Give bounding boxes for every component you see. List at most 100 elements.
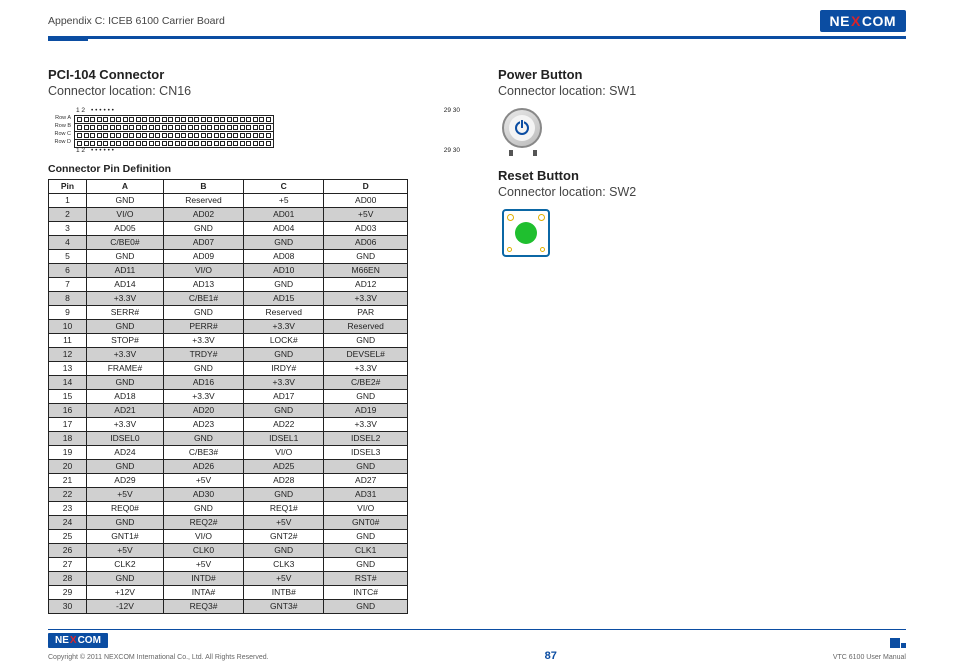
table-cell: AD09	[163, 249, 243, 263]
table-row: 29+12VINTA#INTB#INTC#	[49, 585, 408, 599]
table-cell: DEVSEL#	[324, 347, 408, 361]
table-cell: 24	[49, 515, 87, 529]
table-cell: M66EN	[324, 263, 408, 277]
table-cell: GND	[244, 277, 324, 291]
page-header: Appendix C: ICEB 6100 Carrier Board NEXC…	[0, 0, 954, 36]
table-row: 5GNDAD09AD08GND	[49, 249, 408, 263]
page-number: 87	[545, 650, 557, 662]
table-cell: AD04	[244, 221, 324, 235]
table-cell: +5V	[87, 487, 164, 501]
diagram-dots: • • •	[91, 108, 101, 115]
diagram-row: Row D	[48, 139, 468, 147]
table-cell: GND	[163, 431, 243, 445]
manual-name: VTC 6100 User Manual	[833, 654, 906, 661]
table-cell: 18	[49, 431, 87, 445]
table-row: 15AD18+3.3VAD17GND	[49, 389, 408, 403]
table-cell: GND	[244, 543, 324, 557]
pin-def-title: Connector Pin Definition	[48, 163, 468, 175]
table-cell: INTD#	[163, 571, 243, 585]
table-cell: INTC#	[324, 585, 408, 599]
table-cell: GND	[87, 193, 164, 207]
table-cell: +5V	[163, 473, 243, 487]
pci104-title: PCI-104 Connector	[48, 67, 468, 82]
table-cell: C/BE0#	[87, 235, 164, 249]
table-cell: FRAME#	[87, 361, 164, 375]
table-cell: GNT1#	[87, 529, 164, 543]
table-row: 18IDSEL0GNDIDSEL1IDSEL2	[49, 431, 408, 445]
table-cell: VI/O	[324, 501, 408, 515]
table-cell: GNT2#	[244, 529, 324, 543]
table-cell: GND	[244, 487, 324, 501]
table-cell: STOP#	[87, 333, 164, 347]
table-cell: 30	[49, 599, 87, 613]
table-cell: C/BE2#	[324, 375, 408, 389]
table-cell: Reserved	[163, 193, 243, 207]
table-cell: VI/O	[163, 263, 243, 277]
table-cell: RST#	[324, 571, 408, 585]
table-cell: +5V	[163, 557, 243, 571]
table-cell: AD17	[244, 389, 324, 403]
table-cell: AD20	[163, 403, 243, 417]
table-header-cell: C	[244, 179, 324, 193]
table-cell: +3.3V	[244, 319, 324, 333]
column-right: Power Button Connector location: SW1 Res…	[498, 67, 898, 614]
table-row: 9SERR#GNDReservedPAR	[49, 305, 408, 319]
table-header-cell: D	[324, 179, 408, 193]
power-title: Power Button	[498, 67, 898, 82]
table-header-cell: Pin	[49, 179, 87, 193]
table-row: 19AD24C/BE3#VI/OIDSEL3	[49, 445, 408, 459]
table-cell: GND	[244, 235, 324, 249]
table-cell: GND	[163, 305, 243, 319]
table-cell: GND	[244, 347, 324, 361]
table-cell: 29	[49, 585, 87, 599]
table-cell: IDSEL3	[324, 445, 408, 459]
header-rule	[48, 36, 906, 39]
table-cell: 2	[49, 207, 87, 221]
table-cell: GND	[163, 221, 243, 235]
table-row: 2VI/OAD02AD01+5V	[49, 207, 408, 221]
table-cell: +3.3V	[324, 417, 408, 431]
table-cell: GND	[87, 319, 164, 333]
table-cell: GND	[163, 361, 243, 375]
table-row: 21AD29+5VAD28AD27	[49, 473, 408, 487]
table-cell: +3.3V	[163, 389, 243, 403]
table-row: 26+5VCLK0GNDCLK1	[49, 543, 408, 557]
table-cell: 17	[49, 417, 87, 431]
table-cell: AD21	[87, 403, 164, 417]
table-cell: 22	[49, 487, 87, 501]
table-cell: GND	[324, 557, 408, 571]
table-cell: AD30	[163, 487, 243, 501]
table-cell: AD18	[87, 389, 164, 403]
table-cell: +5V	[87, 543, 164, 557]
diagram-num-left-b: 1 2	[76, 148, 85, 155]
table-cell: GND	[87, 515, 164, 529]
table-cell: C/BE3#	[163, 445, 243, 459]
table-cell: +5V	[324, 207, 408, 221]
table-cell: AD03	[324, 221, 408, 235]
table-cell: INTB#	[244, 585, 324, 599]
nexcom-logo: NEXCOM	[820, 10, 906, 32]
table-cell: GND	[163, 501, 243, 515]
copyright-text: Copyright © 2011 NEXCOM International Co…	[48, 654, 269, 661]
table-cell: CLK1	[324, 543, 408, 557]
table-cell: AD05	[87, 221, 164, 235]
table-cell: +3.3V	[163, 333, 243, 347]
table-row: 28GNDINTD#+5VRST#	[49, 571, 408, 585]
table-cell: 3	[49, 221, 87, 235]
table-row: 10GNDPERR#+3.3VReserved	[49, 319, 408, 333]
table-cell: AD06	[324, 235, 408, 249]
table-cell: GND	[87, 571, 164, 585]
table-cell: AD16	[163, 375, 243, 389]
table-cell: 27	[49, 557, 87, 571]
table-cell: GND	[324, 459, 408, 473]
table-cell: GND	[324, 599, 408, 613]
table-row: 1GNDReserved+5AD00	[49, 193, 408, 207]
table-header-cell: B	[163, 179, 243, 193]
table-cell: GND	[87, 375, 164, 389]
table-cell: AD24	[87, 445, 164, 459]
table-cell: AD12	[324, 277, 408, 291]
table-cell: INTA#	[163, 585, 243, 599]
table-cell: +5	[244, 193, 324, 207]
table-cell: +3.3V	[324, 291, 408, 305]
table-cell: 13	[49, 361, 87, 375]
